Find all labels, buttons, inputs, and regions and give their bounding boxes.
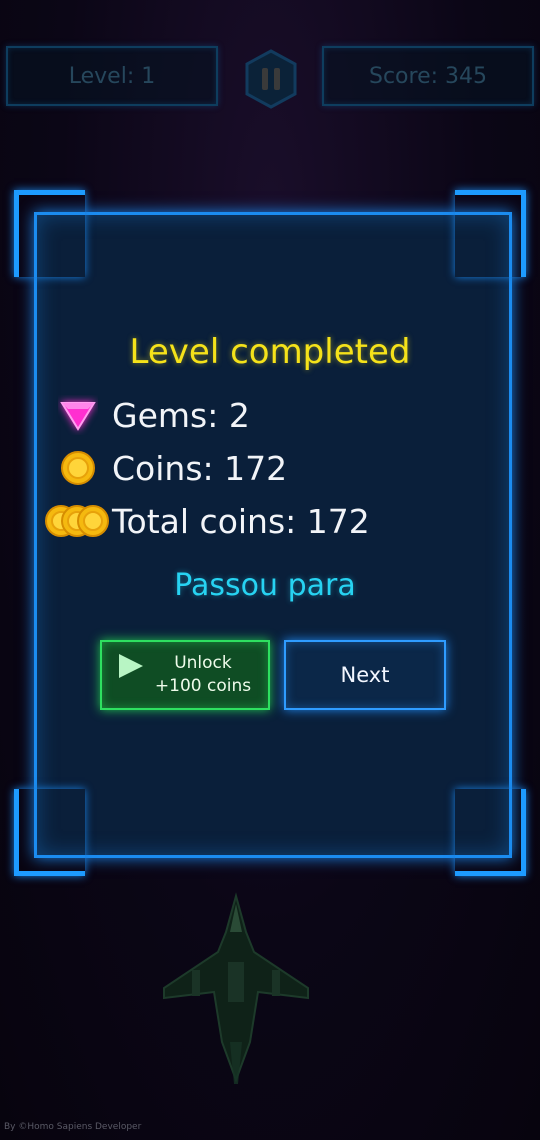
- next-button[interactable]: Next: [284, 640, 446, 710]
- coin-stack-icon: [44, 501, 112, 541]
- total-coins-label: Total coins: 172: [112, 501, 370, 541]
- gems-row: Gems: 2: [44, 392, 250, 438]
- top-hud: Level: 1 Score: 345: [0, 0, 540, 150]
- score-label: Score: 345: [368, 63, 487, 89]
- pause-button[interactable]: [240, 48, 302, 110]
- unlock-reward-label: +100 coins: [154, 676, 252, 696]
- corner-frame-bottom-right: [455, 789, 526, 876]
- level-indicator: Level: 1: [6, 46, 218, 106]
- corner-frame-top-right: [455, 190, 526, 277]
- unlock-label: Unlock: [174, 653, 232, 673]
- score-indicator: Score: 345: [322, 46, 534, 106]
- next-label: Next: [340, 663, 390, 687]
- level-label: Level: 1: [68, 63, 156, 89]
- dialog-subtitle: Passou para: [174, 568, 356, 603]
- gem-icon: [44, 395, 112, 435]
- total-coins-row: Total coins: 172: [44, 498, 370, 544]
- coins-row: Coins: 172: [44, 445, 287, 491]
- corner-frame-top-left: [14, 190, 85, 277]
- pause-icon: [245, 49, 297, 109]
- gems-label: Gems: 2: [112, 395, 250, 435]
- play-icon: [118, 654, 143, 678]
- coins-label: Coins: 172: [112, 448, 288, 488]
- player-spaceship: [158, 892, 314, 1088]
- coin-icon: [44, 448, 112, 488]
- developer-credit: By ©Homo Sapiens Developer: [4, 1122, 142, 1132]
- unlock-button[interactable]: Unlock +100 coins: [100, 640, 270, 710]
- dialog-title: Level completed: [129, 332, 411, 372]
- corner-frame-bottom-left: [14, 789, 85, 876]
- unlock-text: Unlock +100 coins: [155, 652, 251, 698]
